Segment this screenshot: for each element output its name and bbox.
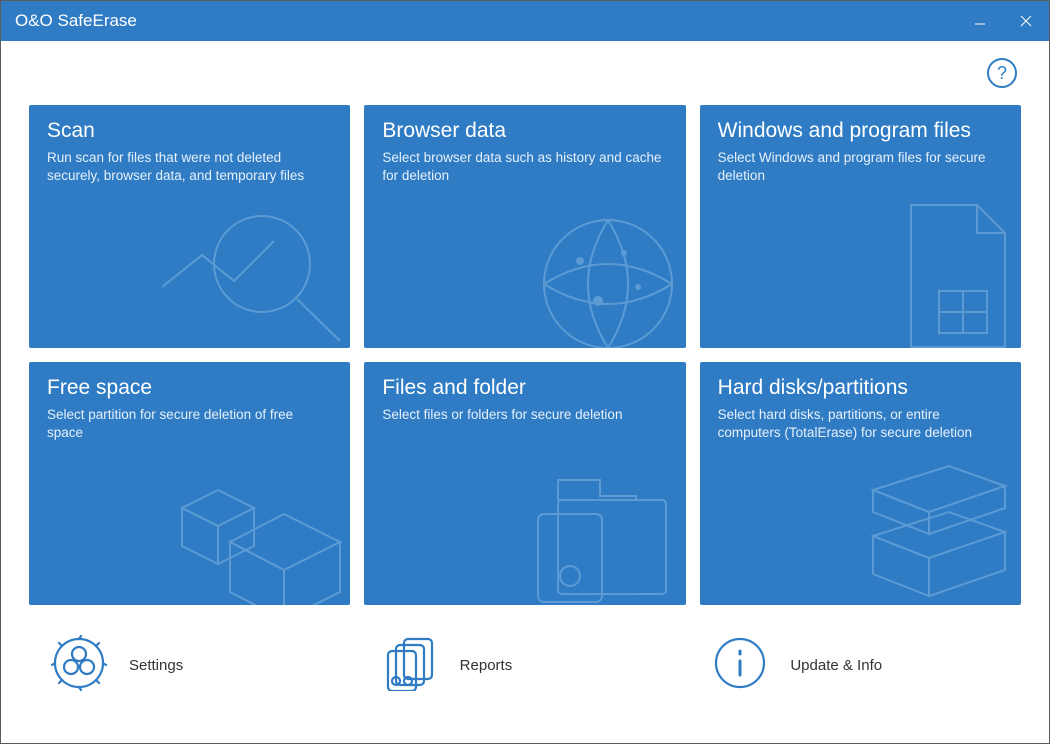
tile-grid: Scan Run scan for files that were not de… (29, 105, 1021, 605)
disk-stack-icon (853, 456, 1013, 605)
info-icon (712, 635, 768, 696)
files-folder-desc: Select files or folders for secure delet… (382, 406, 667, 424)
scan-title: Scan (47, 119, 332, 143)
magnifier-chart-icon (162, 209, 342, 348)
help-button[interactable]: ? (987, 58, 1017, 88)
files-folder-tile[interactable]: Files and folder Select files or folders… (364, 362, 685, 605)
free-space-tile[interactable]: Free space Select partition for secure d… (29, 362, 350, 605)
bottom-bar: Settings Reports (29, 605, 1021, 725)
minimize-button[interactable] (957, 1, 1003, 41)
minimize-icon (973, 14, 987, 28)
settings-button[interactable]: Settings (29, 635, 360, 696)
close-icon (1019, 14, 1033, 28)
scan-tile[interactable]: Scan Run scan for files that were not de… (29, 105, 350, 348)
hard-disks-tile[interactable]: Hard disks/partitions Select hard disks,… (700, 362, 1021, 605)
update-info-button[interactable]: Update & Info (690, 635, 1021, 696)
reports-button[interactable]: Reports (360, 635, 691, 696)
hard-disks-title: Hard disks/partitions (718, 376, 1003, 400)
files-folder-title: Files and folder (382, 376, 667, 400)
content-area: ? Scan Run scan for files that were not … (1, 41, 1049, 743)
update-info-label: Update & Info (790, 657, 882, 674)
app-title: O&O SafeErase (15, 11, 957, 31)
windows-files-desc: Select Windows and program files for sec… (718, 149, 1003, 185)
browser-data-desc: Select browser data such as history and … (382, 149, 667, 185)
boxes-icon (172, 456, 342, 605)
help-icon: ? (997, 63, 1007, 84)
windows-files-tile[interactable]: Windows and program files Select Windows… (700, 105, 1021, 348)
help-row: ? (29, 41, 1021, 105)
folder-files-icon (528, 456, 678, 605)
window-controls (957, 1, 1049, 41)
app-window: O&O SafeErase ? Scan Run scan for files … (0, 0, 1050, 744)
browser-data-title: Browser data (382, 119, 667, 143)
reports-label: Reports (460, 657, 513, 674)
free-space-title: Free space (47, 376, 332, 400)
hard-disks-desc: Select hard disks, partitions, or entire… (718, 406, 1003, 442)
windows-file-icon (893, 199, 1013, 348)
globe-icon (528, 209, 678, 348)
reports-icon (382, 635, 438, 696)
free-space-desc: Select partition for secure deletion of … (47, 406, 332, 442)
browser-data-tile[interactable]: Browser data Select browser data such as… (364, 105, 685, 348)
windows-files-title: Windows and program files (718, 119, 1003, 143)
settings-gear-icon (51, 635, 107, 696)
titlebar: O&O SafeErase (1, 1, 1049, 41)
scan-desc: Run scan for files that were not deleted… (47, 149, 332, 185)
close-button[interactable] (1003, 1, 1049, 41)
settings-label: Settings (129, 657, 183, 674)
